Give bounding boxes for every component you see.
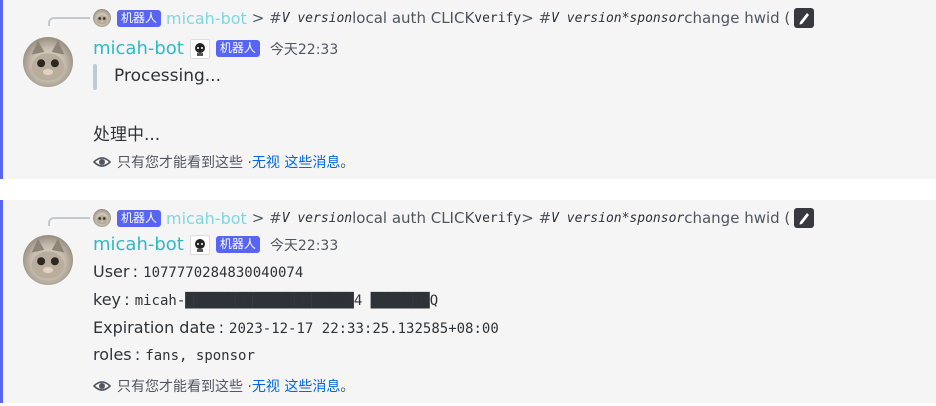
reply-code-3: V version bbox=[551, 10, 622, 26]
reply-spine bbox=[48, 217, 90, 226]
ephemeral-notice: 只有您才能看到这些 · 无视 这些消息 。 bbox=[92, 376, 355, 396]
field-value: fans, sponsor bbox=[145, 348, 255, 364]
author-avatar[interactable] bbox=[23, 235, 73, 285]
message-body: 处理中... bbox=[93, 125, 161, 145]
dismiss-link[interactable]: 无视 这些消息 bbox=[252, 376, 340, 396]
ephemeral-message-result: 机器人 micah-bot > # V version local auth C… bbox=[0, 200, 936, 403]
ephemeral-text: 只有您才能看到这些 · bbox=[117, 379, 252, 395]
ephemeral-end: 。 bbox=[340, 155, 355, 171]
ephemeral-end: 。 bbox=[340, 379, 355, 395]
reply-code-2: verify bbox=[474, 10, 522, 26]
reply-avatar bbox=[93, 9, 111, 27]
author-name[interactable]: micah-bot bbox=[93, 38, 184, 59]
reply-text-5: change hwid ( bbox=[684, 209, 791, 227]
quote-text: Processing... bbox=[114, 66, 221, 86]
ephemeral-notice: 只有您才能看到这些 · 无视 这些消息 。 bbox=[92, 152, 355, 172]
field-key: key : bbox=[93, 290, 135, 309]
bot-tag: 机器人 bbox=[215, 236, 260, 253]
bot-face-icon bbox=[189, 234, 210, 255]
ephemeral-message-processing: 机器人 micah-bot > # V version local auth C… bbox=[0, 0, 936, 179]
author-name[interactable]: micah-bot bbox=[93, 234, 184, 255]
edit-icon bbox=[794, 208, 815, 228]
reply-bot-tag: 机器人 bbox=[117, 209, 162, 227]
reply-spine bbox=[48, 17, 90, 26]
reply-code-2: verify bbox=[474, 210, 522, 226]
bot-tag: 机器人 bbox=[215, 40, 260, 57]
field-value-redacted: micah-████████████████████4 ███████Q bbox=[134, 293, 439, 309]
edit-icon bbox=[794, 8, 815, 28]
reply-text-2: local auth CLICK bbox=[352, 9, 475, 27]
bot-face-icon bbox=[189, 38, 210, 59]
field-key: User : bbox=[93, 262, 144, 281]
reply-text-1: > # bbox=[251, 209, 282, 227]
reply-text-3: > # bbox=[521, 9, 552, 27]
field-key: Expiration date : bbox=[93, 318, 230, 337]
message-header: micah-bot 机器人 今天22:33 bbox=[93, 38, 338, 59]
field-key: roles : bbox=[93, 345, 146, 364]
eye-icon bbox=[92, 377, 112, 395]
dismiss-link[interactable]: 无视 这些消息 bbox=[252, 152, 340, 172]
reply-code-1: V version bbox=[281, 210, 353, 226]
quote-bar bbox=[93, 64, 97, 90]
reply-code-4: *sponsor bbox=[621, 10, 685, 26]
reply-author[interactable]: micah-bot bbox=[166, 9, 247, 28]
reply-author[interactable]: micah-bot bbox=[166, 209, 247, 228]
author-avatar[interactable] bbox=[23, 37, 73, 87]
field-user: User : 1077770284830040074 bbox=[93, 262, 303, 281]
field-expiration: Expiration date : 2023-12-17 22:33:25.13… bbox=[93, 318, 499, 337]
timestamp[interactable]: 今天22:33 bbox=[270, 235, 338, 255]
reply-avatar bbox=[93, 209, 111, 227]
field-key-row: key : micah-████████████████████4 ██████… bbox=[93, 290, 438, 309]
reply-text-5: change hwid ( bbox=[684, 9, 791, 27]
message-header: micah-bot 机器人 今天22:33 bbox=[93, 234, 338, 255]
eye-icon bbox=[92, 153, 112, 171]
reply-text-1: > # bbox=[251, 9, 282, 27]
reply-bot-tag: 机器人 bbox=[117, 9, 162, 27]
reply-preview[interactable]: 机器人 micah-bot > # V version local auth C… bbox=[93, 208, 815, 228]
reply-code-4: *sponsor bbox=[621, 210, 685, 226]
reply-preview[interactable]: 机器人 micah-bot > # V version local auth C… bbox=[93, 8, 815, 28]
ephemeral-text: 只有您才能看到这些 · bbox=[117, 155, 252, 171]
timestamp[interactable]: 今天22:33 bbox=[270, 39, 338, 59]
reply-text-3: > # bbox=[521, 209, 552, 227]
reply-code-1: V version bbox=[281, 10, 353, 26]
field-value: 1077770284830040074 bbox=[143, 265, 304, 281]
field-roles: roles : fans, sponsor bbox=[93, 345, 255, 364]
reply-text-2: local auth CLICK bbox=[352, 209, 475, 227]
reply-code-3: V version bbox=[551, 210, 622, 226]
field-value: 2023-12-17 22:33:25.132585+08:00 bbox=[229, 321, 499, 337]
